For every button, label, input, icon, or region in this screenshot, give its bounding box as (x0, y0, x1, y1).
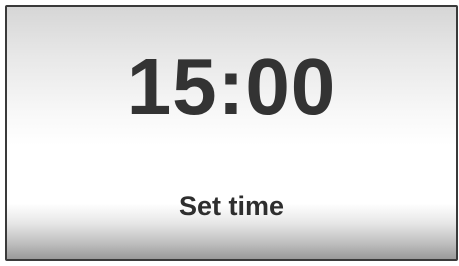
time-readout: 15:00 (126, 42, 337, 131)
display-screen: 15:00 Set time (5, 5, 458, 261)
mode-caption: Set time (178, 191, 285, 221)
